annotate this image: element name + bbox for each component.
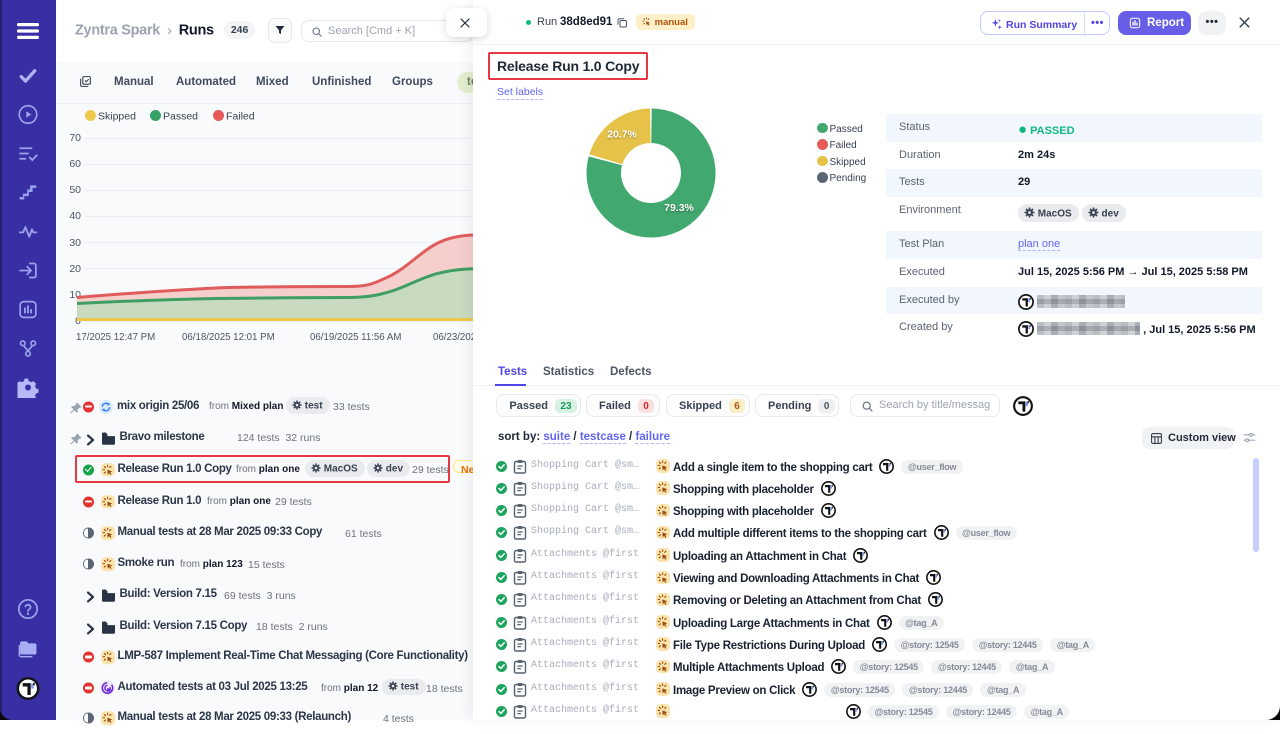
svg-text:79.3%: 79.3% [664,202,694,214]
svg-text:20.7%: 20.7% [607,129,637,141]
